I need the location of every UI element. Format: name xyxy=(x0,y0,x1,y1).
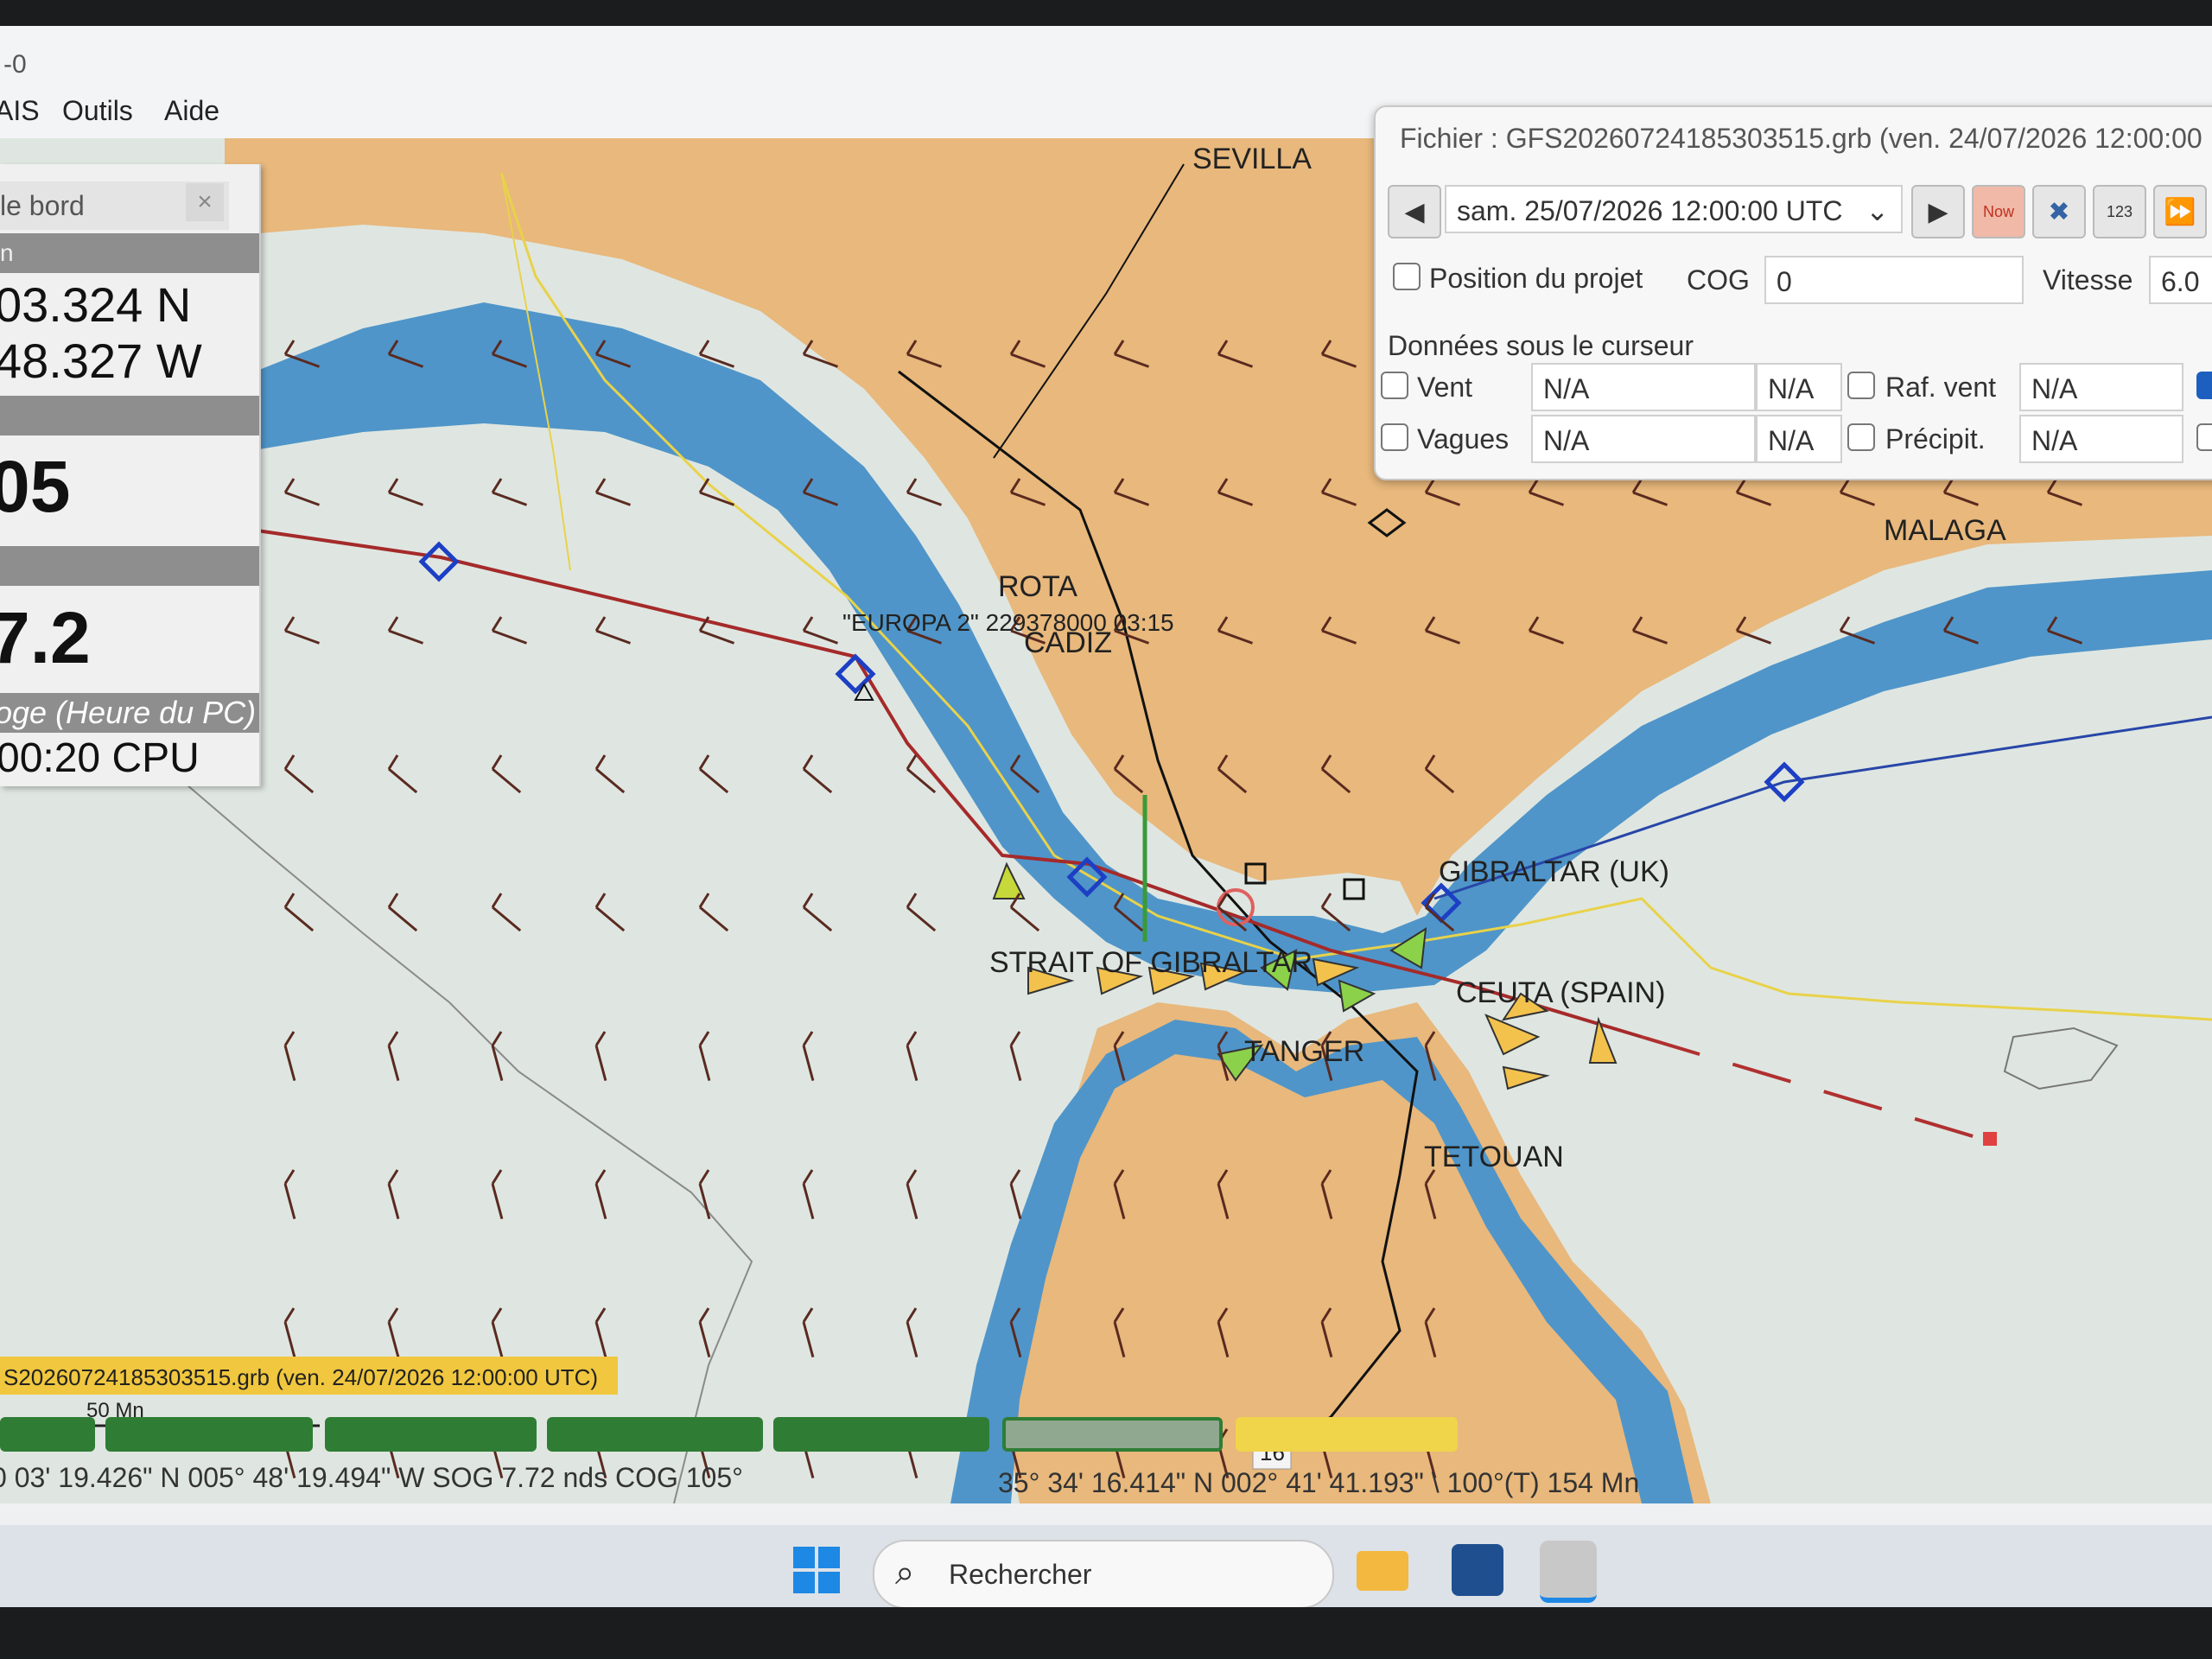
grib-panel: Fichier : GFS20260724185303515.grb (ven.… xyxy=(1374,105,2212,480)
map-label-malaga: MALAGA xyxy=(1884,514,2006,547)
gust-checkbox[interactable] xyxy=(1847,372,1875,399)
close-icon[interactable]: × xyxy=(186,183,224,221)
arrow-left-icon: ◀ xyxy=(1404,197,1425,226)
store-icon[interactable] xyxy=(1452,1544,1503,1596)
precip-label: Précipit. xyxy=(1885,423,1986,454)
speed-value: 7.2 xyxy=(0,597,91,678)
fit-button[interactable]: ✖ xyxy=(2032,185,2086,238)
gust-label: Raf. vent xyxy=(1885,372,1997,403)
clock-value: 00:20 CPU xyxy=(0,735,200,781)
cursor-section-label: Données sous le curseur xyxy=(1388,330,1694,361)
app-icon[interactable] xyxy=(1540,1541,1597,1603)
dashboard-panel: le bord × n 03.324 N 48.327 W 05 7.2 oge… xyxy=(0,164,261,786)
menu-ais[interactable]: AIS xyxy=(0,95,40,127)
segment xyxy=(325,1417,537,1452)
cog-label: COG xyxy=(1687,264,1750,296)
map-label-ceuta: CEUTA (SPAIN) xyxy=(1456,976,1665,1009)
segment xyxy=(0,1417,95,1452)
datetime-select[interactable]: sam. 25/07/2026 12:00:00 UTC ⌄ xyxy=(1445,185,1903,233)
menu-outils[interactable]: Outils xyxy=(62,95,133,127)
status-position: 0 03' 19.426" N 005° 48' 19.494" W SOG 7… xyxy=(0,1462,743,1493)
precip-value: N/A xyxy=(2019,415,2183,463)
map-label-rota: ROTA xyxy=(998,570,1077,603)
folder-icon[interactable] xyxy=(1357,1551,1408,1591)
status-cursor: 35° 34' 16.414" N 002° 41' 41.193" \ 100… xyxy=(998,1467,1640,1498)
title-bar: -0 xyxy=(0,26,2212,86)
clock-label-bar: oge (Heure du PC) xyxy=(0,693,259,733)
map-label-sevilla: SEVILLA xyxy=(1192,143,1312,175)
dashboard-section-bar xyxy=(0,396,259,435)
precip-checkbox[interactable] xyxy=(1847,423,1875,451)
latitude-value: 03.324 N xyxy=(0,277,192,332)
screen: SEVILLA ROTA CADIZ MALAGA GIBRALTAR (UK)… xyxy=(0,26,2212,1607)
numeric-button[interactable]: 123 xyxy=(2093,185,2146,238)
speed-label: Vitesse xyxy=(2043,264,2133,296)
windows-start-icon[interactable] xyxy=(793,1547,840,1593)
map-label-gibraltar: GIBRALTAR (UK) xyxy=(1439,855,1669,888)
unchecked-checkbox[interactable] xyxy=(2196,423,2212,451)
ais-target-label[interactable]: "EUROPA 2" 229378000 03:15 xyxy=(842,609,1174,636)
checked-checkbox[interactable] xyxy=(2196,372,2212,399)
dashboard-section-bar: n xyxy=(0,233,259,273)
cog-input[interactable]: 0 xyxy=(1764,256,2024,304)
prev-button[interactable]: ◀ xyxy=(1388,185,1441,238)
grib-file-label: Fichier : GFS20260724185303515.grb (ven.… xyxy=(1400,123,2202,154)
now-button[interactable]: Now xyxy=(1972,185,2025,238)
dashboard-section-bar xyxy=(0,546,259,586)
window-title: -0 xyxy=(3,50,27,79)
segment xyxy=(1002,1417,1223,1452)
map-label-tetouan: TETOUAN xyxy=(1424,1141,1564,1173)
big-value: 05 xyxy=(0,446,71,527)
position-label: Position du projet xyxy=(1429,263,1643,294)
longitude-value: 48.327 W xyxy=(0,334,202,388)
wind-value: N/A xyxy=(1531,363,1756,411)
search-icon: ⌕ xyxy=(895,1554,915,1592)
chevron-down-icon: ⌄ xyxy=(1866,195,1889,226)
gust-value: N/A xyxy=(2019,363,2183,411)
waves-value-2: N/A xyxy=(1756,415,1842,463)
waves-label: Vagues xyxy=(1417,423,1510,454)
wind-label: Vent xyxy=(1417,372,1473,403)
menu-aide[interactable]: Aide xyxy=(164,95,219,127)
segment xyxy=(547,1417,763,1452)
position-checkbox[interactable] xyxy=(1393,263,1421,290)
route-endpoint xyxy=(1983,1132,1997,1146)
grib-banner-text: S20260724185303515.grb (ven. 24/07/2026 … xyxy=(3,1364,598,1390)
waves-value: N/A xyxy=(1531,415,1756,463)
waves-checkbox[interactable] xyxy=(1381,423,1408,451)
next-button[interactable]: ⏩ xyxy=(2153,185,2207,238)
map-label-tanger: TANGER xyxy=(1244,1035,1364,1068)
fast-forward-icon: ⏩ xyxy=(2164,197,2196,226)
play-button[interactable]: ▶ xyxy=(1911,185,1965,238)
wind-value-2: N/A xyxy=(1756,363,1842,411)
taskbar-search[interactable]: ⌕ Rechercher xyxy=(873,1540,1334,1607)
segment xyxy=(105,1417,313,1452)
segment xyxy=(773,1417,989,1452)
speed-input[interactable]: 6.0 xyxy=(2149,256,2212,304)
segment xyxy=(1236,1417,1458,1452)
play-icon: ▶ xyxy=(1928,197,1948,226)
expand-icon: ✖ xyxy=(2048,197,2070,226)
wind-checkbox[interactable] xyxy=(1381,372,1408,399)
map-label-strait: STRAIT OF GIBRALTAR xyxy=(989,946,1313,979)
